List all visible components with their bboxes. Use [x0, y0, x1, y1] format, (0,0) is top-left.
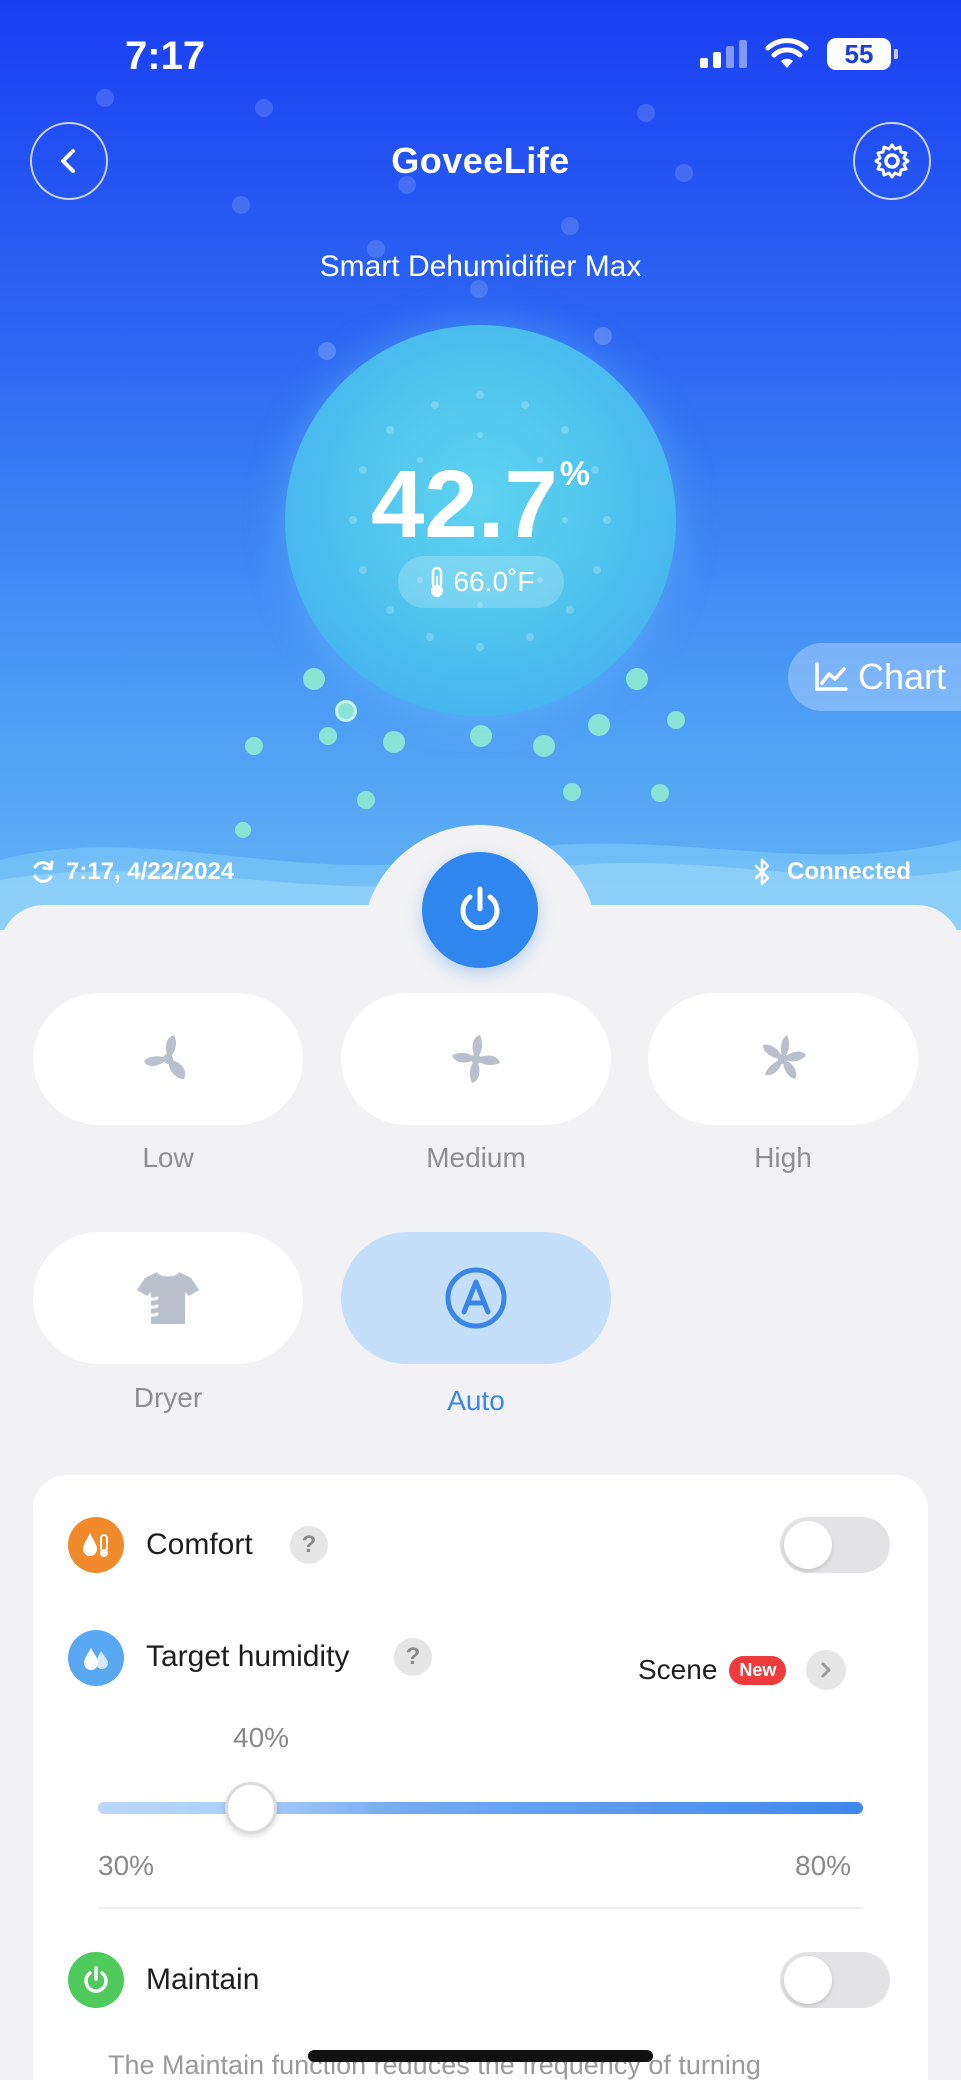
sync-time: 7:17, 4/22/2024	[66, 858, 235, 885]
bubble-dot	[245, 737, 263, 755]
comfort-help-button[interactable]: ?	[290, 1526, 328, 1564]
target-humidity-icon	[68, 1630, 124, 1686]
comfort-toggle[interactable]	[780, 1517, 890, 1573]
mode-low-label: Low	[142, 1142, 194, 1173]
mode-dryer-button[interactable]	[33, 1232, 303, 1364]
scene-label: Scene	[638, 1654, 718, 1685]
scene-link[interactable]: Scene New	[638, 1650, 847, 1690]
droplet-thermometer-icon	[83, 1533, 108, 1557]
bubble-dot	[561, 217, 579, 235]
mode-high-label: High	[754, 1142, 812, 1173]
slider-thumb[interactable]	[225, 1782, 277, 1834]
mode-medium-label: Medium	[426, 1142, 526, 1173]
last-sync: 7:17, 4/22/2024	[30, 858, 234, 886]
power-small-icon	[84, 1966, 108, 1993]
bubble-dot	[96, 89, 114, 107]
bluetooth-icon	[754, 858, 770, 886]
slider-min-label: 30%	[98, 1850, 155, 1881]
gear-icon	[874, 143, 910, 179]
chevron-right-icon	[806, 1650, 847, 1690]
shirt-icon	[137, 1272, 199, 1324]
bubble-dot	[563, 783, 581, 801]
temperature-value: 66.0˚F	[453, 566, 535, 597]
maintain-label: Maintain	[146, 1963, 260, 1996]
divider	[98, 1907, 863, 1909]
thermometer-icon	[430, 566, 443, 597]
maintain-toggle[interactable]	[780, 1952, 890, 2008]
device-name: Smart Dehumidifier Max	[319, 250, 642, 283]
mode-medium-button[interactable]	[341, 993, 611, 1125]
status-time: 7:17	[125, 34, 206, 78]
slider-max-label: 80%	[795, 1850, 852, 1881]
fan-low-icon	[144, 1035, 186, 1079]
auto-mode-icon	[445, 1267, 507, 1329]
line-chart-icon	[815, 662, 848, 691]
connection-status: Connected	[753, 858, 911, 886]
humidity-reading: 42.7%	[285, 450, 676, 560]
humidity-value: 42.7	[370, 451, 558, 558]
bubble-dot	[232, 196, 250, 214]
chart-button[interactable]: Chart	[788, 643, 961, 711]
home-indicator[interactable]	[308, 2050, 653, 2062]
mode-low-button[interactable]	[33, 993, 303, 1125]
humidity-unit: %	[559, 455, 591, 493]
power-button[interactable]	[422, 852, 538, 968]
bubble-dot	[470, 725, 492, 747]
target-humidity-value: 40%	[233, 1722, 290, 1753]
bubble-dot	[588, 714, 610, 736]
cellular-signal-icon	[700, 40, 747, 68]
sync-icon	[33, 860, 54, 883]
temperature-pill: 66.0˚F	[398, 556, 564, 608]
comfort-icon	[68, 1517, 124, 1573]
fan-medium-icon	[452, 1035, 500, 1083]
battery-icon: 55	[827, 38, 898, 70]
mode-auto-label: Auto	[447, 1385, 505, 1416]
target-humidity-label: Target humidity	[146, 1640, 350, 1673]
status-icons: 55	[700, 38, 898, 70]
target-humidity-help-button[interactable]: ?	[394, 1638, 432, 1676]
bubble-dot	[319, 727, 337, 745]
bubble-dot	[533, 735, 555, 757]
connection-label: Connected	[786, 858, 911, 885]
fan-high-icon	[763, 1035, 806, 1079]
new-badge: New	[729, 1655, 787, 1685]
mode-high-button[interactable]	[648, 993, 918, 1125]
toggle-knob	[784, 1521, 832, 1569]
bubble-dot	[383, 731, 405, 753]
mode-dryer-label: Dryer	[133, 1382, 203, 1413]
power-icon	[460, 886, 500, 931]
toggle-knob	[784, 1956, 832, 2004]
bubble-dot	[255, 99, 273, 117]
wifi-icon	[765, 38, 809, 68]
brand-logo: GoveeLife	[391, 140, 570, 181]
comfort-label: Comfort	[146, 1528, 253, 1561]
target-humidity-slider[interactable]	[98, 1802, 863, 1814]
mode-auto-button[interactable]	[341, 1232, 611, 1364]
maintain-icon	[68, 1952, 124, 2008]
water-drops-icon	[84, 1648, 108, 1670]
bubble-dot	[637, 104, 655, 122]
chart-label: Chart	[858, 656, 947, 697]
settings-button[interactable]	[853, 122, 931, 200]
